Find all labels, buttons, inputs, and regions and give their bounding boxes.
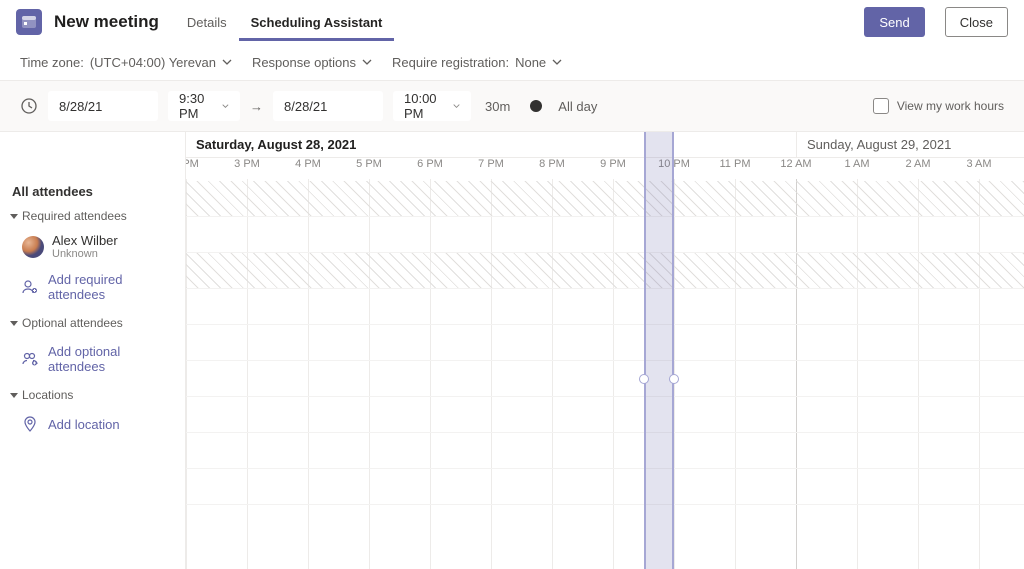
- calendar-app-icon: [16, 9, 42, 35]
- timezone-label: Time zone:: [20, 55, 84, 70]
- avatar: [22, 236, 44, 258]
- tab-scheduling-assistant[interactable]: Scheduling Assistant: [239, 3, 395, 41]
- timeline-row: [186, 325, 1024, 361]
- attendee-row[interactable]: Alex Wilber Unknown: [0, 229, 185, 264]
- close-button[interactable]: Close: [945, 7, 1008, 37]
- timeline-row: [186, 433, 1024, 469]
- attendees-sidebar: All attendees Required attendees Alex Wi…: [0, 132, 186, 569]
- hour-label: 2 PM: [186, 158, 199, 170]
- locations-group[interactable]: Locations: [0, 382, 185, 408]
- registration-dropdown[interactable]: Require registration: None: [392, 55, 562, 70]
- timezone-value: (UTC+04:00) Yerevan: [90, 55, 216, 70]
- caret-down-icon: [10, 321, 18, 326]
- response-options-dropdown[interactable]: Response options: [252, 55, 372, 70]
- timeline-row: [186, 397, 1024, 433]
- hour-label: 3 PM: [234, 158, 260, 170]
- response-options-label: Response options: [252, 55, 356, 70]
- day-header: Sunday, August 29, 2021: [796, 132, 1024, 157]
- start-time-field[interactable]: 9:30 PM: [168, 91, 240, 121]
- attendee-name: Alex Wilber: [52, 233, 118, 248]
- hour-label: 12 AM: [780, 158, 811, 170]
- work-hours-label: View my work hours: [897, 99, 1004, 113]
- chevron-down-icon: [453, 101, 460, 111]
- hour-label: 1 AM: [844, 158, 869, 170]
- hour-label: 8 PM: [539, 158, 565, 170]
- timeline-row: [186, 361, 1024, 397]
- hour-label: 9 PM: [600, 158, 626, 170]
- allday-toggle[interactable]: [530, 100, 542, 112]
- header-bar: New meeting Details Scheduling Assistant…: [0, 0, 1024, 44]
- datetime-bar: 8/28/21 9:30 PM → 8/28/21 10:00 PM 30m A…: [0, 80, 1024, 132]
- chevron-down-icon: [222, 101, 229, 111]
- attendee-availability-row: [186, 253, 1024, 289]
- hour-label: 5 PM: [356, 158, 382, 170]
- hour-label: 7 PM: [478, 158, 504, 170]
- all-attendees-row: [186, 181, 1024, 217]
- add-location[interactable]: Add location: [0, 408, 185, 440]
- selection-handle-start[interactable]: [639, 374, 649, 384]
- timeline-row: [186, 469, 1024, 505]
- required-attendees-group[interactable]: Required attendees: [0, 203, 185, 229]
- timezone-dropdown[interactable]: Time zone: (UTC+04:00) Yerevan: [20, 55, 232, 70]
- people-add-icon: [22, 351, 38, 367]
- send-button[interactable]: Send: [864, 7, 924, 37]
- end-time-field[interactable]: 10:00 PM: [393, 91, 471, 121]
- registration-label: Require registration:: [392, 55, 509, 70]
- registration-value: None: [515, 55, 546, 70]
- location-icon: [22, 416, 38, 432]
- clock-icon: [20, 97, 38, 115]
- all-attendees-header: All attendees: [0, 180, 185, 203]
- chevron-down-icon: [222, 57, 232, 67]
- day-header: Saturday, August 28, 2021: [186, 132, 796, 157]
- page-title: New meeting: [54, 12, 159, 32]
- hour-labels: 2 PM3 PM4 PM5 PM6 PM7 PM8 PM9 PM10 PM11 …: [186, 158, 1024, 179]
- timeline-grid[interactable]: Saturday, August 28, 2021Sunday, August …: [186, 132, 1024, 569]
- caret-down-icon: [10, 214, 18, 219]
- person-add-icon: [22, 279, 38, 295]
- allday-label: All day: [558, 99, 597, 114]
- timeline-row: [186, 217, 1024, 253]
- attendee-status: Unknown: [52, 248, 118, 260]
- checkbox-icon: [873, 98, 889, 114]
- tabs: Details Scheduling Assistant: [175, 3, 394, 41]
- end-date-field[interactable]: 8/28/21: [273, 91, 383, 121]
- add-required-attendees[interactable]: Add required attendees: [0, 264, 185, 310]
- hour-label: 6 PM: [417, 158, 443, 170]
- chevron-down-icon: [362, 57, 372, 67]
- optional-attendees-group[interactable]: Optional attendees: [0, 310, 185, 336]
- tab-details[interactable]: Details: [175, 3, 239, 41]
- duration-label: 30m: [485, 99, 510, 114]
- hour-label: 11 PM: [720, 158, 751, 170]
- work-hours-toggle[interactable]: View my work hours: [873, 98, 1004, 114]
- hour-label: 3 AM: [966, 158, 991, 170]
- selection-handle-end[interactable]: [669, 374, 679, 384]
- time-selection[interactable]: [644, 132, 675, 569]
- hour-label: 4 PM: [295, 158, 321, 170]
- options-bar: Time zone: (UTC+04:00) Yerevan Response …: [0, 44, 1024, 80]
- arrow-right-icon: →: [250, 99, 263, 114]
- main-content: All attendees Required attendees Alex Wi…: [0, 132, 1024, 569]
- caret-down-icon: [10, 393, 18, 398]
- add-optional-attendees[interactable]: Add optional attendees: [0, 336, 185, 382]
- start-date-field[interactable]: 8/28/21: [48, 91, 158, 121]
- hour-label: 2 AM: [905, 158, 930, 170]
- chevron-down-icon: [552, 57, 562, 67]
- timeline-row: [186, 289, 1024, 325]
